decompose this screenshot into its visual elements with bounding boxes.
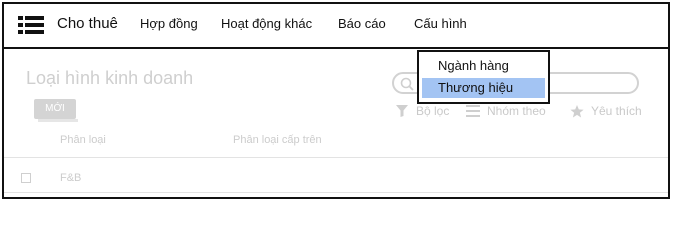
column-header-phan-loai[interactable]: Phân loại xyxy=(60,133,106,147)
row-checkbox[interactable] xyxy=(21,173,31,183)
config-dropdown-menu: Ngành hàng Thương hiệu xyxy=(417,50,550,104)
nav-item-hop-dong[interactable]: Hợp đồng xyxy=(140,15,198,33)
group-by-label: Nhóm theo xyxy=(487,104,546,118)
filter-icon xyxy=(396,105,408,117)
filter-label: Bộ lọc xyxy=(416,104,450,118)
top-navbar: Cho thuê Hợp đồng Hoạt động khác Báo cáo… xyxy=(4,4,668,49)
app-window: Cho thuê Hợp đồng Hoạt động khác Báo cáo… xyxy=(2,2,670,199)
favorite-label: Yêu thích xyxy=(591,104,642,118)
table-divider xyxy=(4,157,668,158)
star-icon xyxy=(570,105,584,118)
nav-item-hoat-dong-khac[interactable]: Hoạt động khác xyxy=(221,15,312,33)
column-header-phan-loai-cap-tren[interactable]: Phân loại cấp trên xyxy=(233,133,322,147)
page-title: Loại hình kinh doanh xyxy=(26,68,194,88)
search-icon xyxy=(400,77,414,91)
new-button-shadow xyxy=(38,119,78,122)
list-icon xyxy=(466,105,480,117)
new-button[interactable]: MỚI xyxy=(34,99,76,119)
menu-item-thuong-hieu[interactable]: Thương hiệu xyxy=(422,78,545,98)
nav-item-cau-hinh[interactable]: Cấu hình xyxy=(414,15,467,33)
app-brand[interactable]: Cho thuê xyxy=(57,14,118,34)
table-row[interactable]: F&B xyxy=(60,171,81,185)
table-divider xyxy=(4,192,668,193)
hamburger-list-icon[interactable] xyxy=(18,16,44,34)
page-content: Loại hình kinh doanh MỚI Bộ lọc Nhóm the… xyxy=(4,49,668,197)
menu-item-nganh-hang[interactable]: Ngành hàng xyxy=(422,56,545,76)
nav-item-bao-cao[interactable]: Báo cáo xyxy=(338,15,386,33)
